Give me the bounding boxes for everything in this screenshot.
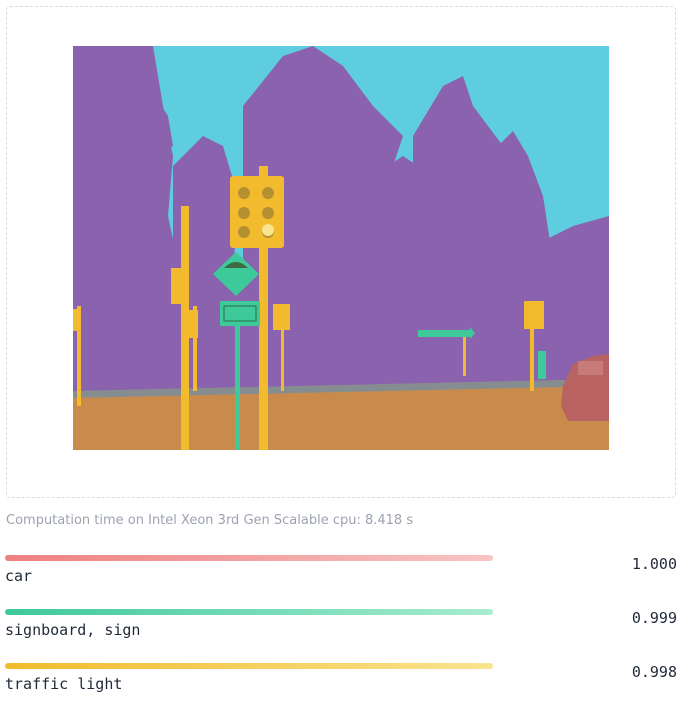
confidence-bar [5, 663, 493, 669]
segmentation-image [73, 46, 609, 450]
label-name: car [5, 567, 33, 585]
label-score: 1.000 [631, 555, 677, 573]
label-row-car: car 1.000 [5, 555, 679, 595]
image-output-frame [6, 6, 676, 498]
label-score: 0.998 [631, 663, 677, 681]
label-name: signboard, sign [5, 621, 141, 639]
confidence-bar [5, 609, 493, 615]
confidence-bar [5, 555, 493, 561]
label-row-signboard: signboard, sign 0.999 [5, 609, 679, 649]
computation-time-text: Computation time on Intel Xeon 3rd Gen S… [6, 513, 414, 528]
label-name: traffic light [5, 675, 123, 693]
label-row-traffic-light: traffic light 0.998 [5, 663, 679, 703]
label-score: 0.999 [631, 609, 677, 627]
